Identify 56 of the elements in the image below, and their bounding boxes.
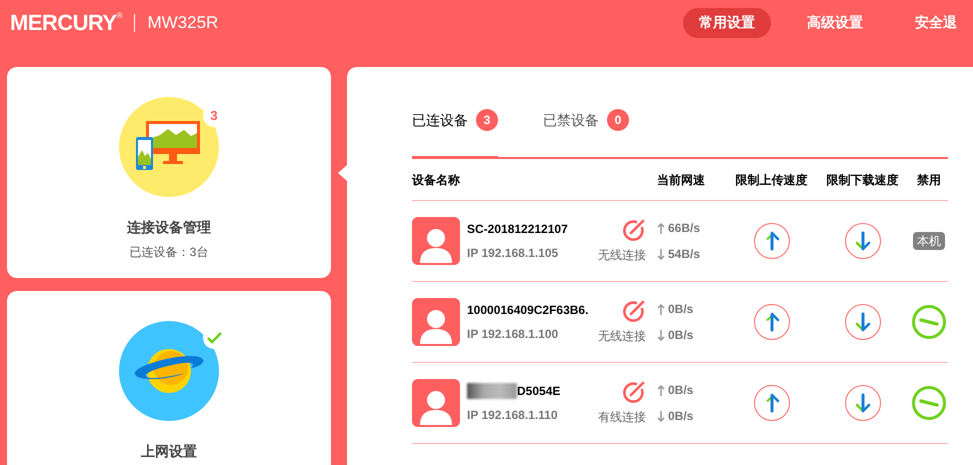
- column-header: 限制上传速度: [734, 172, 808, 188]
- upload-speed: 0B/s: [668, 382, 694, 399]
- column-header: 当前网速: [656, 172, 706, 188]
- limit-download-button[interactable]: [844, 385, 880, 421]
- user-avatar-icon: [412, 217, 460, 265]
- dash-icon: [919, 398, 939, 408]
- card-subtitle: 已连设备：3台: [130, 244, 208, 261]
- device-ip: IP 192.168.1.110: [467, 407, 559, 424]
- edit-icon[interactable]: [622, 218, 646, 242]
- device-name: D5054E: [517, 383, 560, 400]
- card-title: 上网设置: [141, 442, 197, 461]
- card-title: 连接设备管理: [127, 218, 211, 237]
- column-header: 限制下载速度: [826, 172, 900, 188]
- user-avatar-icon: [412, 298, 460, 346]
- limit-download-button[interactable]: [844, 223, 880, 259]
- connection-type: 无线连接: [598, 247, 646, 264]
- upload-arrow-icon: [657, 304, 665, 314]
- upload-arrow-icon: [657, 384, 665, 396]
- download-arrow-icon: [657, 410, 665, 422]
- registered-mark: ®: [116, 12, 122, 20]
- limit-upload-button[interactable]: [754, 223, 790, 259]
- upload-speed: 0B/s: [668, 301, 694, 318]
- download-speed: 0B/s: [668, 327, 694, 344]
- down-arrow-icon: [854, 393, 872, 413]
- edit-icon[interactable]: [622, 380, 646, 404]
- dash-icon: [919, 317, 939, 327]
- upload-arrow-icon: [657, 222, 665, 234]
- menu-card[interactable]: 上网设置: [7, 291, 331, 465]
- upload-speed: 66B/s: [668, 220, 700, 237]
- user-avatar-icon: [412, 379, 460, 427]
- column-header: 设备名称: [412, 172, 461, 188]
- download-speed: 54B/s: [668, 246, 700, 263]
- edit-icon[interactable]: [622, 299, 646, 323]
- limit-upload-button[interactable]: [754, 385, 790, 421]
- connection-type: 无线连接: [598, 328, 646, 345]
- limit-upload-button[interactable]: [754, 304, 790, 340]
- device-name: SC-201812212107: [467, 221, 568, 238]
- download-speed: 0B/s: [668, 408, 694, 425]
- device-ip: IP 192.168.1.100: [467, 326, 560, 343]
- brand-logo: MERCURY: [10, 12, 117, 34]
- connection-type: 有线连接: [598, 409, 646, 426]
- tab-count-badge: 0: [607, 109, 629, 131]
- column-header: 禁用: [916, 172, 942, 188]
- download-arrow-icon: [657, 248, 665, 260]
- device-tab[interactable]: 已禁设备 0: [543, 109, 629, 159]
- download-arrow-icon: [657, 330, 665, 340]
- device-name: 1000016409C2F63B6.: [467, 302, 588, 319]
- model-name: MW325R: [147, 12, 218, 34]
- device-ip: IP 192.168.1.105: [467, 245, 560, 262]
- down-arrow-icon: [854, 231, 872, 251]
- device-tab[interactable]: 已连设备 3: [412, 109, 498, 159]
- this-device-badge: 本机: [913, 232, 945, 250]
- tab-count-badge: 3: [476, 109, 498, 131]
- limit-download-button[interactable]: [844, 304, 880, 340]
- nav-tab[interactable]: 常用设置: [683, 8, 771, 38]
- down-arrow-icon: [854, 312, 872, 332]
